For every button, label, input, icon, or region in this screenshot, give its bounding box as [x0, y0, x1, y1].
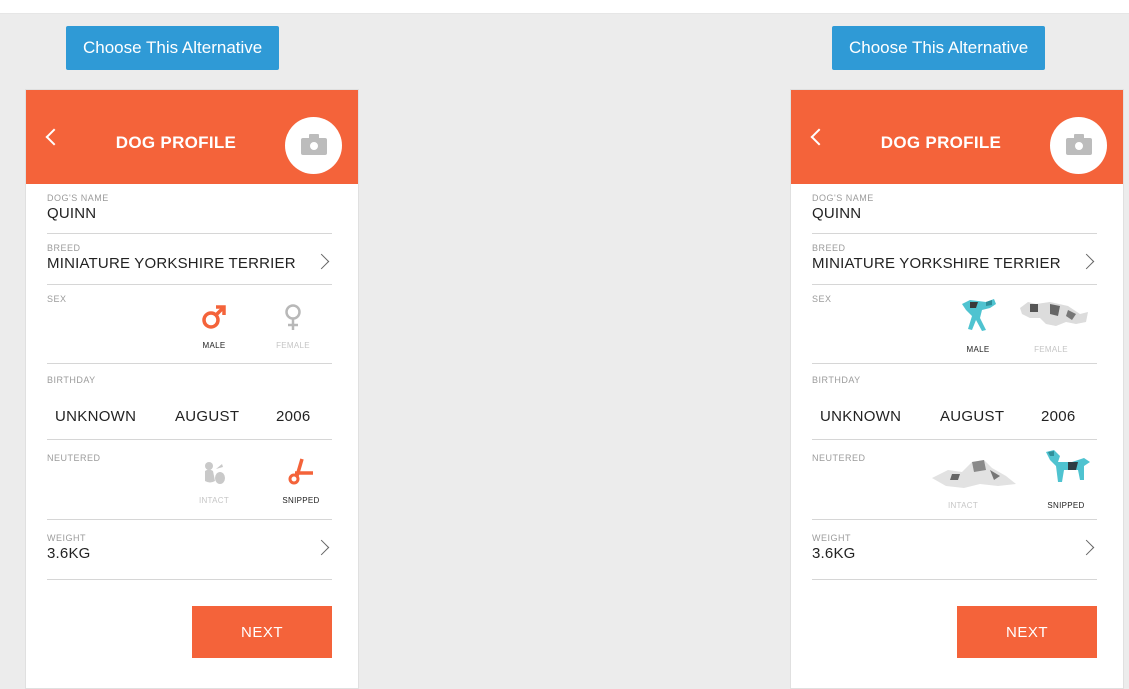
divider	[47, 579, 332, 580]
divider	[47, 519, 332, 520]
photo-button[interactable]	[285, 117, 342, 174]
name-label: DOG'S NAME	[47, 193, 109, 203]
weight-value: 3.6KG	[47, 545, 91, 562]
name-value: QUINN	[812, 205, 862, 222]
neutered-option-intact[interactable]: INTACT	[928, 448, 1016, 510]
sex-option-female[interactable]: FEMALE	[1016, 296, 1088, 354]
birthday-year-select[interactable]: 2006	[276, 408, 311, 425]
weight-field[interactable]: WEIGHT 3.6KG	[47, 533, 332, 562]
dog-profile-card: DOG PROFILE DOG'S NAME QUINN BREED MINIA…	[790, 89, 1124, 689]
intact-label: INTACT	[947, 501, 979, 510]
female-symbol-icon	[285, 304, 301, 330]
male-dog-icon	[962, 299, 996, 331]
divider	[812, 363, 1097, 364]
neutered-option-snipped[interactable]: SNIPPED	[1031, 448, 1101, 510]
photo-button[interactable]	[1050, 117, 1107, 174]
weight-value: 3.6KG	[812, 545, 856, 562]
intact-label: INTACT	[198, 496, 230, 505]
divider	[47, 284, 332, 285]
birthday-day-select[interactable]: UNKNOWN	[820, 408, 901, 425]
birthday-field: BIRTHDAY	[47, 375, 332, 385]
female-dog-icon	[1020, 302, 1088, 326]
neutered-option-snipped[interactable]: SNIPPED	[266, 457, 336, 505]
stork-bundle-icon	[205, 462, 225, 484]
divider	[812, 519, 1097, 520]
snipped-label: SNIPPED	[282, 496, 320, 505]
dog-profile-card: DOG PROFILE DOG'S NAME QUINN BREED MINIA…	[25, 89, 359, 689]
divider	[47, 233, 332, 234]
divider	[47, 363, 332, 364]
birthday-day-select[interactable]: UNKNOWN	[55, 408, 136, 425]
choose-alternative-button[interactable]: Choose This Alternative	[66, 26, 280, 70]
name-label: DOG'S NAME	[812, 193, 874, 203]
next-button[interactable]: NEXT	[192, 606, 332, 658]
snipped-label: SNIPPED	[1047, 501, 1085, 510]
sex-option-male[interactable]: MALE	[943, 296, 1013, 354]
birthday-label: BIRTHDAY	[812, 375, 861, 385]
next-button[interactable]: NEXT	[957, 606, 1097, 658]
breed-field[interactable]: BREED MINIATURE YORKSHIRE TERRIER	[47, 243, 332, 272]
name-value: QUINN	[47, 205, 97, 222]
divider	[812, 284, 1097, 285]
weight-label: WEIGHT	[47, 533, 86, 543]
birthday-field: BIRTHDAY	[812, 375, 1097, 385]
page-title: DOG PROFILE	[115, 133, 237, 152]
card-header: DOG PROFILE	[26, 90, 358, 184]
divider	[812, 233, 1097, 234]
divider	[47, 439, 332, 440]
divider	[812, 579, 1097, 580]
weight-field[interactable]: WEIGHT 3.6KG	[812, 533, 1097, 562]
breed-field[interactable]: BREED MINIATURE YORKSHIRE TERRIER	[812, 243, 1097, 272]
divider	[812, 439, 1097, 440]
female-label: FEMALE	[1034, 345, 1068, 354]
name-field[interactable]: DOG'S NAME QUINN	[812, 193, 1097, 222]
birthday-label: BIRTHDAY	[47, 375, 96, 385]
male-label: MALE	[202, 341, 226, 350]
breed-label: BREED	[812, 243, 846, 253]
scissors-icon	[288, 458, 313, 485]
birthday-year-select[interactable]: 2006	[1041, 408, 1076, 425]
weight-label: WEIGHT	[812, 533, 851, 543]
birthday-month-select[interactable]: AUGUST	[175, 408, 239, 425]
choose-alternative-button[interactable]: Choose This Alternative	[832, 26, 1046, 70]
birthday-month-select[interactable]: AUGUST	[940, 408, 1004, 425]
male-symbol-icon	[202, 305, 226, 329]
male-label: MALE	[966, 345, 990, 354]
page-top-bar	[0, 0, 1129, 14]
sex-option-female[interactable]: FEMALE	[258, 302, 328, 350]
breed-value: MINIATURE YORKSHIRE TERRIER	[47, 255, 296, 272]
neutered-option-intact[interactable]: INTACT	[179, 457, 249, 505]
breed-label: BREED	[47, 243, 81, 253]
breed-value: MINIATURE YORKSHIRE TERRIER	[812, 255, 1061, 272]
sex-option-male[interactable]: MALE	[179, 302, 249, 350]
female-label: FEMALE	[276, 341, 310, 350]
name-field[interactable]: DOG'S NAME QUINN	[47, 193, 332, 222]
intact-dog-icon	[932, 460, 1016, 488]
card-header: DOG PROFILE	[791, 90, 1123, 184]
page-title: DOG PROFILE	[880, 133, 1002, 152]
snipped-dog-icon	[1046, 450, 1090, 482]
